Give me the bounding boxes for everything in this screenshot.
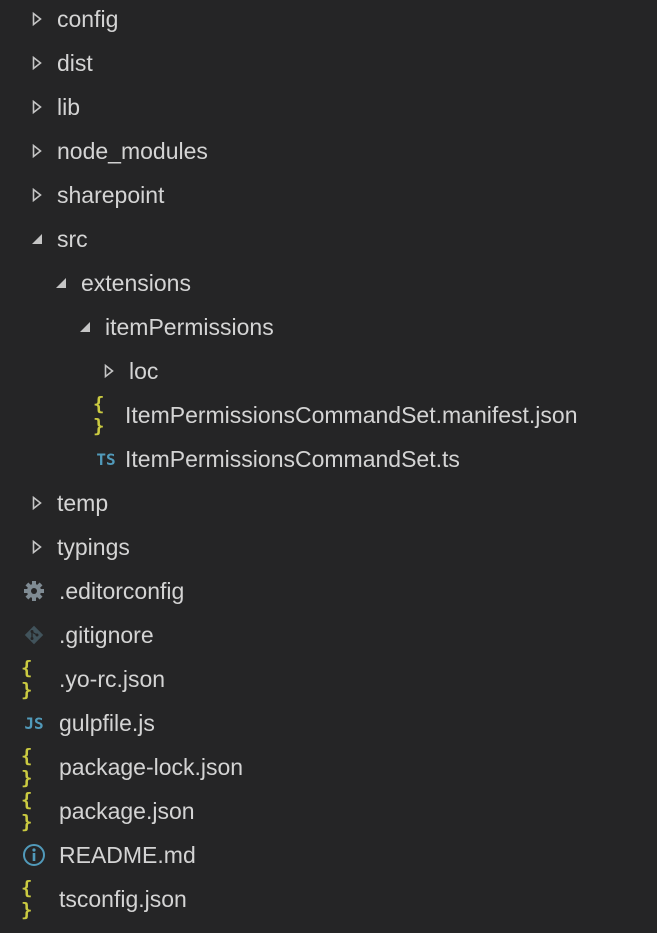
folder-label: temp	[57, 489, 109, 516]
folder-label: typings	[57, 533, 130, 560]
tree-item-lib[interactable]: lib	[0, 85, 657, 129]
tree-item-temp[interactable]: temp	[0, 481, 657, 525]
tree-item-manifest-json[interactable]: { } ItemPermissionsCommandSet.manifest.j…	[0, 393, 657, 437]
file-label: ItemPermissionsCommandSet.manifest.json	[125, 401, 578, 428]
folder-label: node_modules	[57, 137, 208, 164]
json-braces-icon: { }	[93, 393, 106, 437]
tree-item-package-lock-json[interactable]: { } package-lock.json	[0, 745, 657, 789]
tree-item-src[interactable]: src	[0, 217, 657, 261]
chevron-right-icon[interactable]	[26, 492, 48, 514]
tree-item-loc[interactable]: loc	[0, 349, 657, 393]
gear-icon	[21, 580, 47, 602]
file-label: .gitignore	[59, 621, 154, 648]
file-label: tsconfig.json	[59, 885, 187, 912]
file-label: .yo-rc.json	[59, 665, 166, 692]
tree-item-gitignore[interactable]: .gitignore	[0, 613, 657, 657]
file-label: .editorconfig	[59, 577, 185, 604]
file-label: README.md	[59, 841, 196, 868]
tree-item-editorconfig[interactable]: .editorconfig	[0, 569, 657, 613]
tree-item-dist[interactable]: dist	[0, 41, 657, 85]
chevron-down-icon[interactable]	[26, 228, 48, 250]
tree-item-yo-rc-json[interactable]: { } .yo-rc.json	[0, 657, 657, 701]
folder-label: dist	[57, 49, 93, 76]
file-label: package.json	[59, 797, 195, 824]
javascript-icon: JS	[24, 713, 44, 733]
file-label: ItemPermissionsCommandSet.ts	[125, 445, 460, 472]
folder-label: loc	[129, 357, 159, 384]
chevron-right-icon[interactable]	[26, 536, 48, 558]
chevron-down-icon[interactable]	[74, 316, 96, 338]
json-braces-icon: { }	[21, 657, 34, 701]
folder-label: sharepoint	[57, 181, 165, 208]
chevron-right-icon[interactable]	[26, 8, 48, 30]
folder-label: lib	[57, 93, 81, 120]
chevron-right-icon[interactable]	[26, 184, 48, 206]
json-braces-icon: { }	[21, 877, 34, 921]
tree-item-commandset-ts[interactable]: TS ItemPermissionsCommandSet.ts	[0, 437, 657, 481]
file-explorer-tree: config dist lib node_modules sharepoint …	[0, 0, 657, 933]
tree-item-typings[interactable]: typings	[0, 525, 657, 569]
tree-item-node-modules[interactable]: node_modules	[0, 129, 657, 173]
file-label: gulpfile.js	[59, 709, 155, 736]
tree-item-readme-md[interactable]: README.md	[0, 833, 657, 877]
chevron-down-icon[interactable]	[50, 272, 72, 294]
chevron-right-icon[interactable]	[98, 360, 120, 382]
tree-item-package-json[interactable]: { } package.json	[0, 789, 657, 833]
tree-item-itempermissions[interactable]: itemPermissions	[0, 305, 657, 349]
info-icon	[21, 844, 47, 866]
chevron-right-icon[interactable]	[26, 96, 48, 118]
folder-label: src	[57, 225, 88, 252]
folder-label: itemPermissions	[105, 313, 274, 340]
file-label: package-lock.json	[59, 753, 244, 780]
folder-label: config	[57, 5, 119, 32]
json-braces-icon: { }	[21, 789, 34, 833]
chevron-right-icon[interactable]	[26, 140, 48, 162]
chevron-right-icon[interactable]	[26, 52, 48, 74]
git-icon	[21, 624, 47, 646]
typescript-icon: TS	[96, 449, 116, 469]
tree-item-sharepoint[interactable]: sharepoint	[0, 173, 657, 217]
tree-item-gulpfile-js[interactable]: JS gulpfile.js	[0, 701, 657, 745]
tree-item-tsconfig-json[interactable]: { } tsconfig.json	[0, 877, 657, 921]
tree-item-config[interactable]: config	[0, 0, 657, 41]
json-braces-icon: { }	[21, 745, 34, 789]
folder-label: extensions	[81, 269, 191, 296]
tree-item-extensions[interactable]: extensions	[0, 261, 657, 305]
